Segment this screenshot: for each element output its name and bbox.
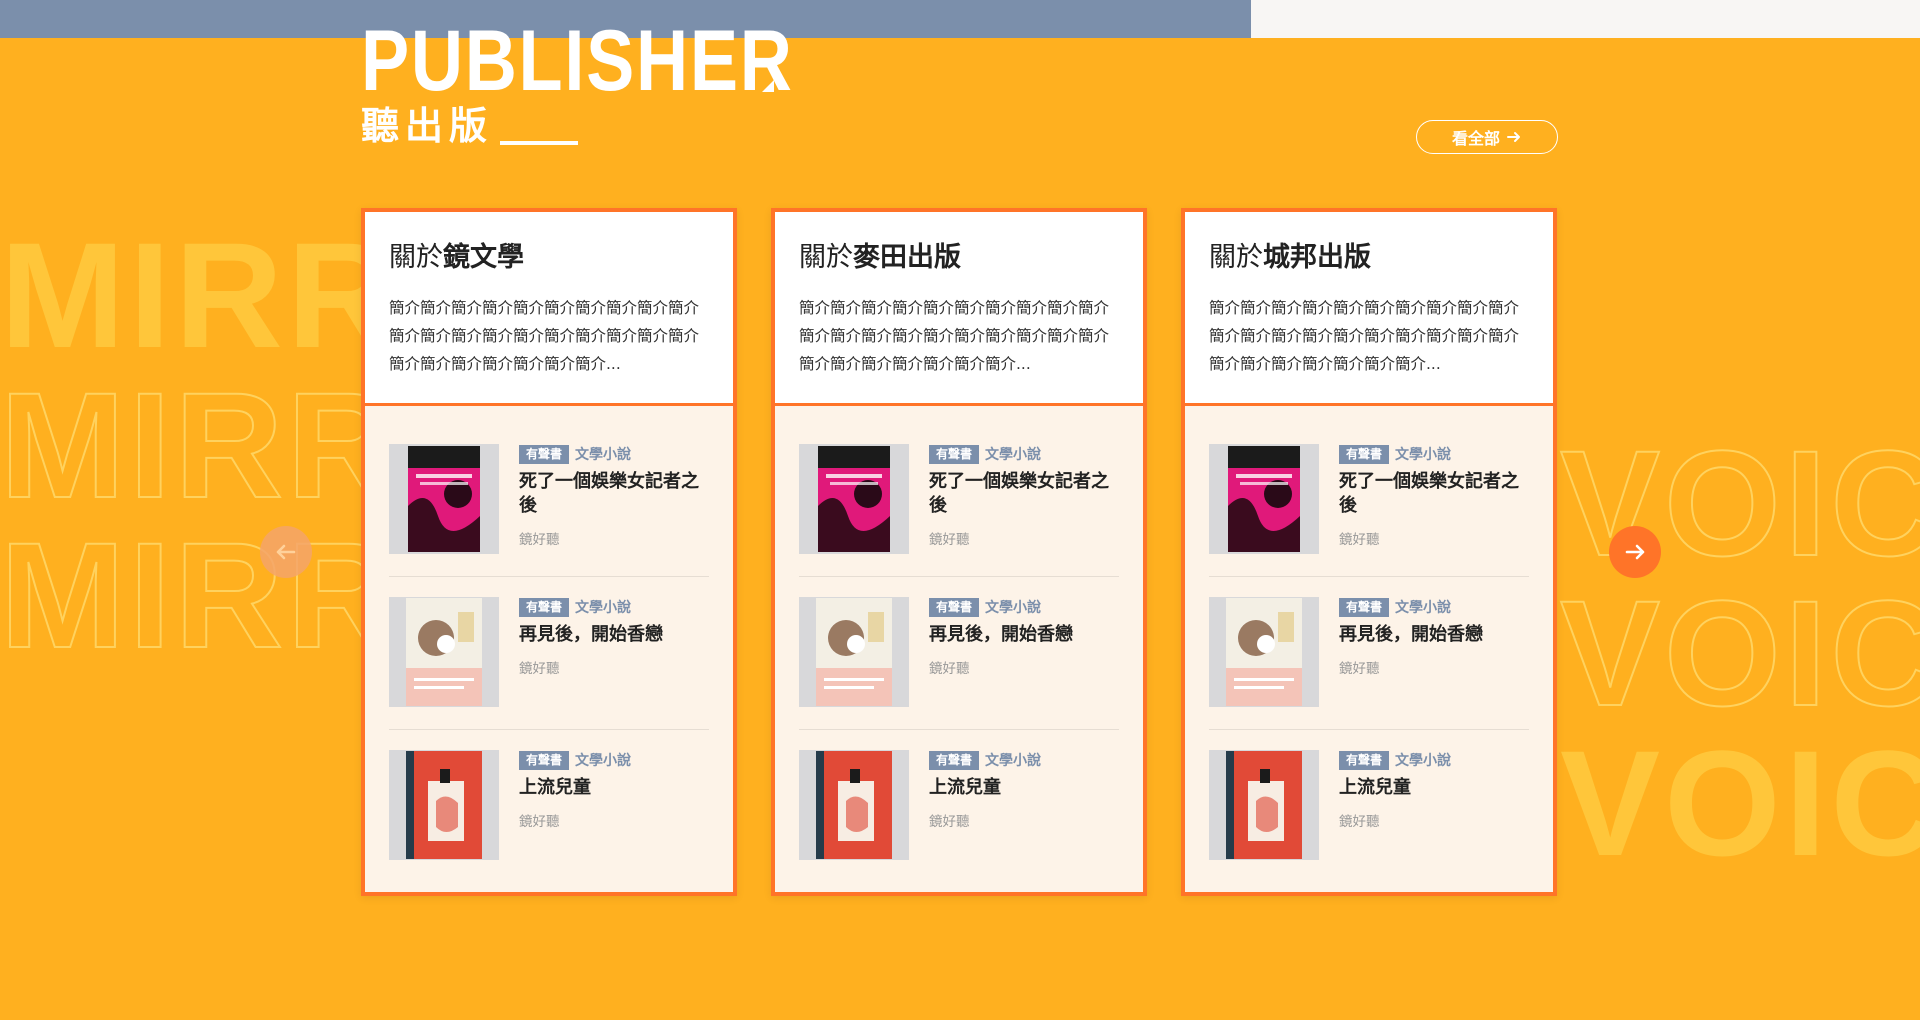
- audiobook-badge: 有聲書: [519, 597, 570, 617]
- publisher-title[interactable]: 關於麥田出版: [799, 240, 1119, 276]
- book-item[interactable]: 有聲書 文學小說 上流兒童 鏡好聽: [1209, 729, 1529, 862]
- book-cover[interactable]: [799, 597, 909, 707]
- view-all-button[interactable]: 看全部: [1416, 120, 1558, 154]
- book-item[interactable]: 有聲書 文學小說 死了一個娛樂女記者之後 鏡好聽: [799, 444, 1119, 556]
- audiobook-badge: 有聲書: [929, 444, 980, 464]
- bg-word-voice-solid: VOICE: [1560, 719, 1920, 887]
- book-list: 有聲書 文學小說 死了一個娛樂女記者之後 鏡好聽 有聲書 文學小說 再見後，開始…: [775, 406, 1143, 862]
- book-author: 鏡好聽: [929, 532, 970, 548]
- book-author: 鏡好聽: [519, 532, 560, 548]
- book-title[interactable]: 死了一個娛樂女記者之後: [929, 470, 1119, 518]
- book-item[interactable]: 有聲書 文學小說 再見後，開始香戀 鏡好聽: [389, 576, 709, 709]
- book-author: 鏡好聽: [519, 814, 560, 830]
- book-item[interactable]: 有聲書 文學小說 死了一個娛樂女記者之後 鏡好聽: [1209, 444, 1529, 556]
- book-title[interactable]: 再見後，開始香戀: [1339, 623, 1529, 647]
- book-item[interactable]: 有聲書 文學小說 再見後，開始香戀 鏡好聽: [1209, 576, 1529, 709]
- book-cover[interactable]: [389, 444, 499, 554]
- book-title[interactable]: 上流兒童: [1339, 776, 1529, 800]
- genre-link[interactable]: 文學小說: [985, 444, 1041, 464]
- book-cover[interactable]: [1209, 444, 1319, 554]
- carousel-next-button[interactable]: [1609, 526, 1661, 578]
- publisher-name: 城邦出版: [1263, 242, 1371, 273]
- audiobook-badge: 有聲書: [1339, 597, 1390, 617]
- arrow-right-icon: [1625, 544, 1645, 560]
- book-author: 鏡好聽: [1339, 532, 1380, 548]
- book-item[interactable]: 有聲書 文學小說 死了一個娛樂女記者之後 鏡好聽: [389, 444, 709, 556]
- genre-link[interactable]: 文學小說: [575, 444, 631, 464]
- publisher-about: 關於鏡文學 簡介簡介簡介簡介簡介簡介簡介簡介簡介簡介簡介簡介簡介簡介簡介簡介簡介…: [365, 212, 733, 406]
- book-list: 有聲書 文學小說 死了一個娛樂女記者之後 鏡好聽 有聲書 文學小說 再見後，開始…: [1185, 406, 1553, 862]
- audiobook-badge: 有聲書: [929, 597, 980, 617]
- audiobook-badge: 有聲書: [1339, 444, 1390, 464]
- publisher-card[interactable]: 關於鏡文學 簡介簡介簡介簡介簡介簡介簡介簡介簡介簡介簡介簡介簡介簡介簡介簡介簡介…: [361, 208, 737, 896]
- title-underline: [500, 141, 578, 145]
- book-title[interactable]: 死了一個娛樂女記者之後: [1339, 470, 1529, 518]
- publisher-description: 簡介簡介簡介簡介簡介簡介簡介簡介簡介簡介簡介簡介簡介簡介簡介簡介簡介簡介簡介簡介…: [389, 299, 700, 373]
- book-cover[interactable]: [799, 444, 909, 554]
- book-author: 鏡好聽: [519, 661, 560, 677]
- publisher-card[interactable]: 關於城邦出版 簡介簡介簡介簡介簡介簡介簡介簡介簡介簡介簡介簡介簡介簡介簡介簡介簡…: [1181, 208, 1557, 896]
- publisher-title-prefix: 關於: [799, 242, 853, 273]
- audiobook-badge: 有聲書: [519, 750, 570, 770]
- book-author: 鏡好聽: [929, 814, 970, 830]
- book-item[interactable]: 有聲書 文學小說 上流兒童 鏡好聽: [799, 729, 1119, 862]
- carousel-prev-button[interactable]: [260, 526, 312, 578]
- book-author: 鏡好聽: [1339, 814, 1380, 830]
- publisher-card[interactable]: 關於麥田出版 簡介簡介簡介簡介簡介簡介簡介簡介簡介簡介簡介簡介簡介簡介簡介簡介簡…: [771, 208, 1147, 896]
- section-title-en: PUBLISHER: [361, 13, 794, 109]
- book-item[interactable]: 有聲書 文學小說 上流兒童 鏡好聽: [389, 729, 709, 862]
- publisher-about: 關於城邦出版 簡介簡介簡介簡介簡介簡介簡介簡介簡介簡介簡介簡介簡介簡介簡介簡介簡…: [1185, 212, 1553, 406]
- publisher-title[interactable]: 關於鏡文學: [389, 240, 709, 276]
- publisher-description: 簡介簡介簡介簡介簡介簡介簡介簡介簡介簡介簡介簡介簡介簡介簡介簡介簡介簡介簡介簡介…: [799, 299, 1110, 373]
- arrow-left-icon: [276, 544, 296, 560]
- publisher-title-prefix: 關於: [389, 242, 443, 273]
- book-title[interactable]: 上流兒童: [929, 776, 1119, 800]
- book-cover[interactable]: [1209, 750, 1319, 860]
- publisher-title[interactable]: 關於城邦出版: [1209, 240, 1529, 276]
- genre-link[interactable]: 文學小說: [575, 750, 631, 770]
- book-title[interactable]: 死了一個娛樂女記者之後: [519, 470, 709, 518]
- genre-link[interactable]: 文學小說: [1395, 750, 1451, 770]
- arrow-right-icon: [1507, 132, 1520, 142]
- section-title-zh: 聽出版: [361, 104, 494, 148]
- genre-link[interactable]: 文學小說: [575, 597, 631, 617]
- publisher-title-prefix: 關於: [1209, 242, 1263, 273]
- book-cover[interactable]: [1209, 597, 1319, 707]
- view-all-label: 看全部: [1451, 129, 1500, 148]
- publisher-name: 麥田出版: [853, 242, 961, 273]
- book-cover[interactable]: [389, 750, 499, 860]
- genre-link[interactable]: 文學小說: [1395, 444, 1451, 464]
- bg-word-voice-outline-2: VOICE: [1559, 569, 1920, 737]
- publisher-about: 關於麥田出版 簡介簡介簡介簡介簡介簡介簡介簡介簡介簡介簡介簡介簡介簡介簡介簡介簡…: [775, 212, 1143, 406]
- book-list: 有聲書 文學小說 死了一個娛樂女記者之後 鏡好聽 有聲書 文學小說 再見後，開始…: [365, 406, 733, 862]
- publisher-description: 簡介簡介簡介簡介簡介簡介簡介簡介簡介簡介簡介簡介簡介簡介簡介簡介簡介簡介簡介簡介…: [1209, 299, 1520, 373]
- book-item[interactable]: 有聲書 文學小說 再見後，開始香戀 鏡好聽: [799, 576, 1119, 709]
- genre-link[interactable]: 文學小說: [985, 750, 1041, 770]
- book-cover[interactable]: [389, 597, 499, 707]
- audiobook-badge: 有聲書: [929, 750, 980, 770]
- audiobook-badge: 有聲書: [519, 444, 570, 464]
- genre-link[interactable]: 文學小說: [985, 597, 1041, 617]
- publisher-name: 鏡文學: [443, 242, 524, 273]
- book-title[interactable]: 再見後，開始香戀: [929, 623, 1119, 647]
- book-author: 鏡好聽: [1339, 661, 1380, 677]
- book-author: 鏡好聽: [929, 661, 970, 677]
- book-title[interactable]: 上流兒童: [519, 776, 709, 800]
- book-cover[interactable]: [799, 750, 909, 860]
- genre-link[interactable]: 文學小說: [1395, 597, 1451, 617]
- audiobook-badge: 有聲書: [1339, 750, 1390, 770]
- title-corner-mark: [762, 80, 774, 92]
- book-title[interactable]: 再見後，開始香戀: [519, 623, 709, 647]
- top-bar-right: [1251, 0, 1920, 38]
